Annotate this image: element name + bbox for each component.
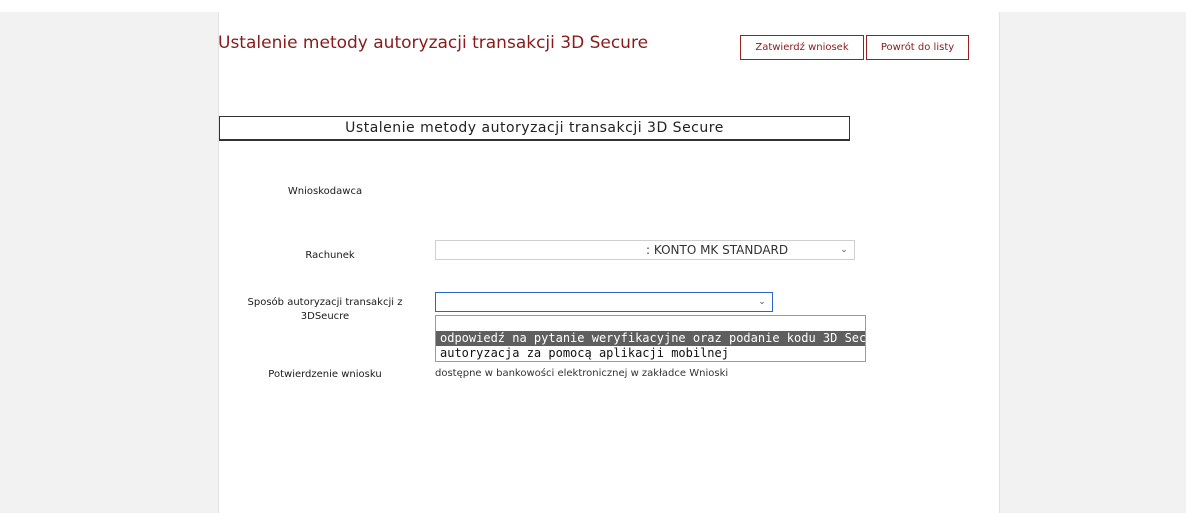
auth-method-label-line2: 3DSeucre — [300, 311, 350, 322]
auth-method-label: Sposób autoryzacji transakcji z 3DSeucre — [230, 296, 420, 324]
right-margin-panel — [1000, 12, 1178, 513]
left-margin-panel — [8, 12, 218, 513]
applicant-label: Wnioskodawca — [287, 186, 363, 197]
chevron-down-icon: ⌄ — [758, 297, 766, 307]
top-strip — [0, 0, 1186, 12]
submit-application-button[interactable]: Zatwierdź wniosek — [740, 35, 864, 60]
dropdown-option-empty[interactable] — [436, 316, 865, 331]
page-title: Ustalenie metody autoryzacji transakcji … — [218, 33, 649, 53]
account-select[interactable]: : KONTO MK STANDARD ⌄ — [435, 240, 855, 260]
auth-method-label-line1: Sposób autoryzacji transakcji z — [247, 297, 403, 308]
chevron-down-icon: ⌄ — [840, 245, 848, 255]
account-select-value: : KONTO MK STANDARD — [646, 243, 789, 257]
back-to-list-button[interactable]: Powrót do listy — [866, 35, 969, 60]
confirmation-value: dostępne w bankowości elektronicznej w z… — [435, 368, 729, 379]
auth-method-select[interactable]: ⌄ — [435, 292, 773, 312]
dropdown-option-mobile-app[interactable]: autoryzacja za pomocą aplikacji mobilnej — [436, 346, 865, 361]
account-label: Rachunek — [305, 250, 355, 261]
auth-method-dropdown-list: odpowiedź na pytanie weryfikacyjne oraz … — [435, 315, 888, 362]
section-header: Ustalenie metody autoryzacji transakcji … — [219, 116, 850, 141]
confirmation-label: Potwierdzenie wniosku — [268, 369, 382, 380]
dropdown-option-verification-question[interactable]: odpowiedź na pytanie weryfikacyjne oraz … — [436, 331, 888, 346]
